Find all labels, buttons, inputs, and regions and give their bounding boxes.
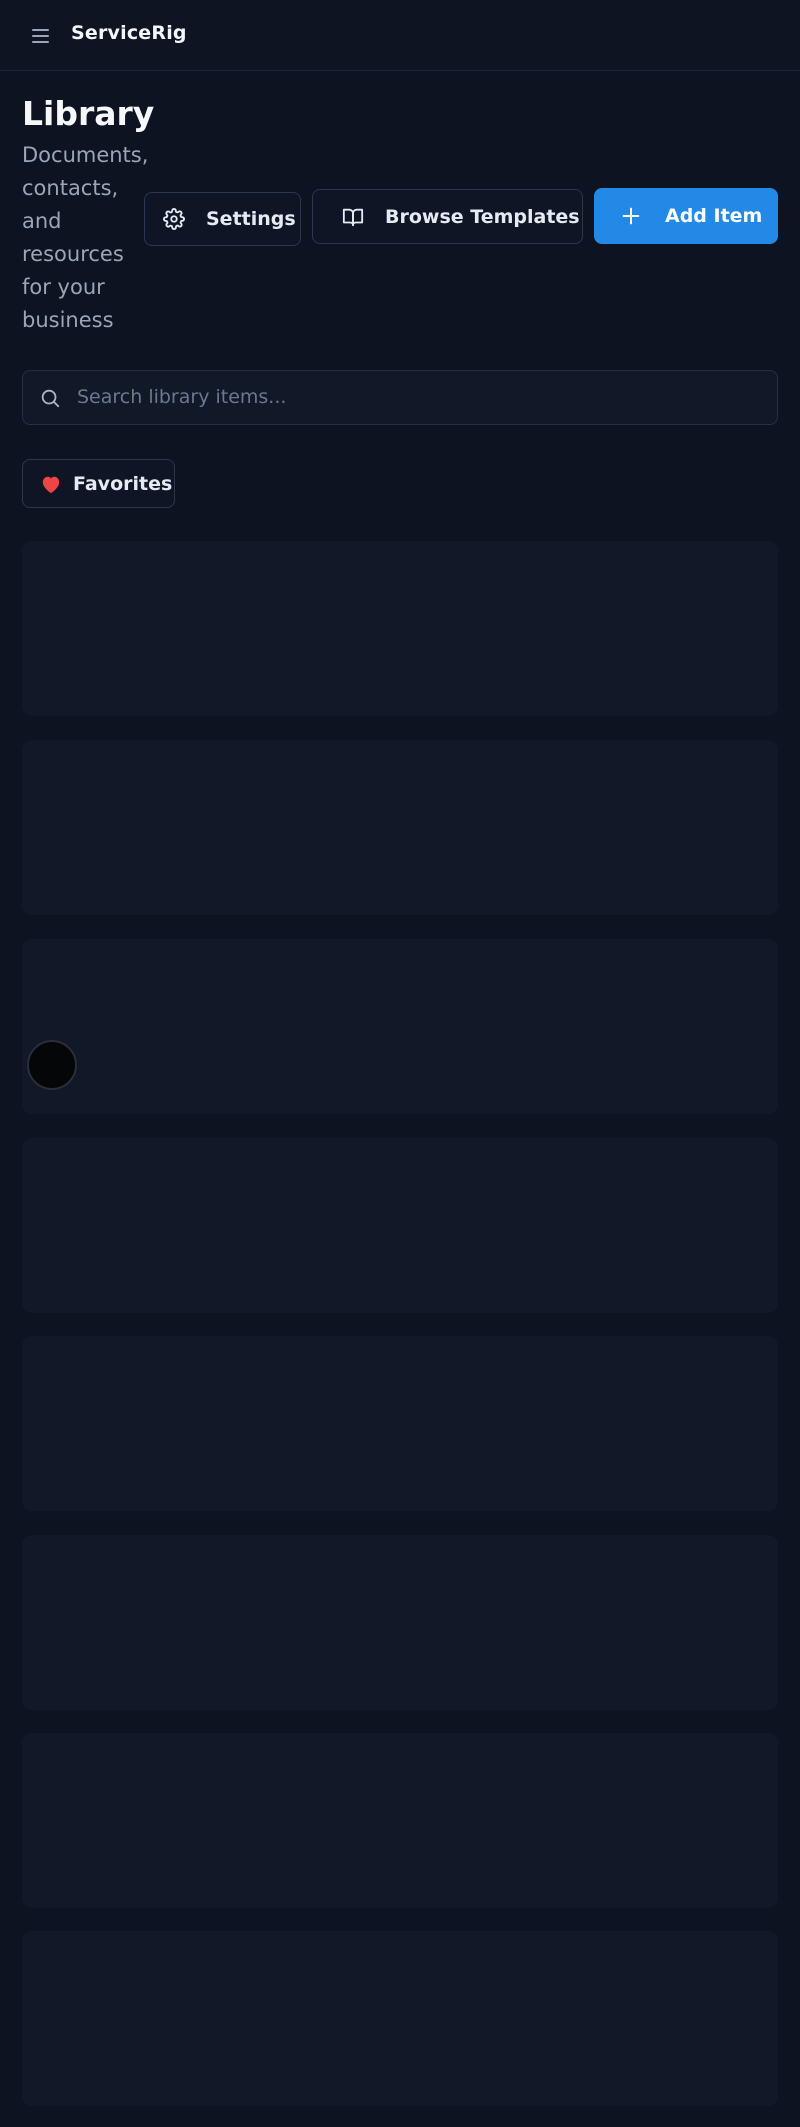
- page-title: Library: [22, 94, 155, 133]
- search-bar: [22, 370, 778, 425]
- page-subtitle: Documents, contacts, and resources for y…: [22, 143, 149, 332]
- library-item-card-placeholder: [22, 541, 778, 716]
- open-book-icon: [341, 206, 365, 228]
- favorites-label: Favorites: [73, 472, 173, 495]
- brand-name[interactable]: ServiceRig: [71, 22, 187, 44]
- hamburger-menu-icon[interactable]: [29, 24, 53, 48]
- top-bar: ServiceRig: [0, 0, 800, 71]
- add-item-label: Add Item: [665, 205, 763, 227]
- library-item-card-placeholder: [22, 939, 778, 1114]
- library-item-card-placeholder: [22, 1336, 778, 1511]
- library-item-card-placeholder: [22, 740, 778, 915]
- settings-label: Settings: [206, 208, 296, 230]
- search-input[interactable]: [77, 371, 767, 423]
- search-icon: [39, 387, 61, 409]
- settings-button[interactable]: Settings: [144, 192, 301, 246]
- library-item-card-placeholder: [22, 1931, 778, 2106]
- plus-icon: [620, 205, 642, 227]
- library-item-card-placeholder: [22, 1733, 778, 1908]
- heart-icon: [40, 474, 62, 494]
- browse-templates-button[interactable]: Browse Templates: [312, 189, 583, 244]
- library-item-card-placeholder: [22, 1535, 778, 1710]
- floating-action-button[interactable]: [27, 1040, 77, 1090]
- browse-templates-label: Browse Templates: [385, 205, 580, 228]
- library-item-card-placeholder: [22, 1138, 778, 1313]
- gear-icon: [163, 208, 185, 230]
- add-item-button[interactable]: Add Item: [594, 188, 778, 244]
- favorites-filter-button[interactable]: Favorites: [22, 459, 175, 508]
